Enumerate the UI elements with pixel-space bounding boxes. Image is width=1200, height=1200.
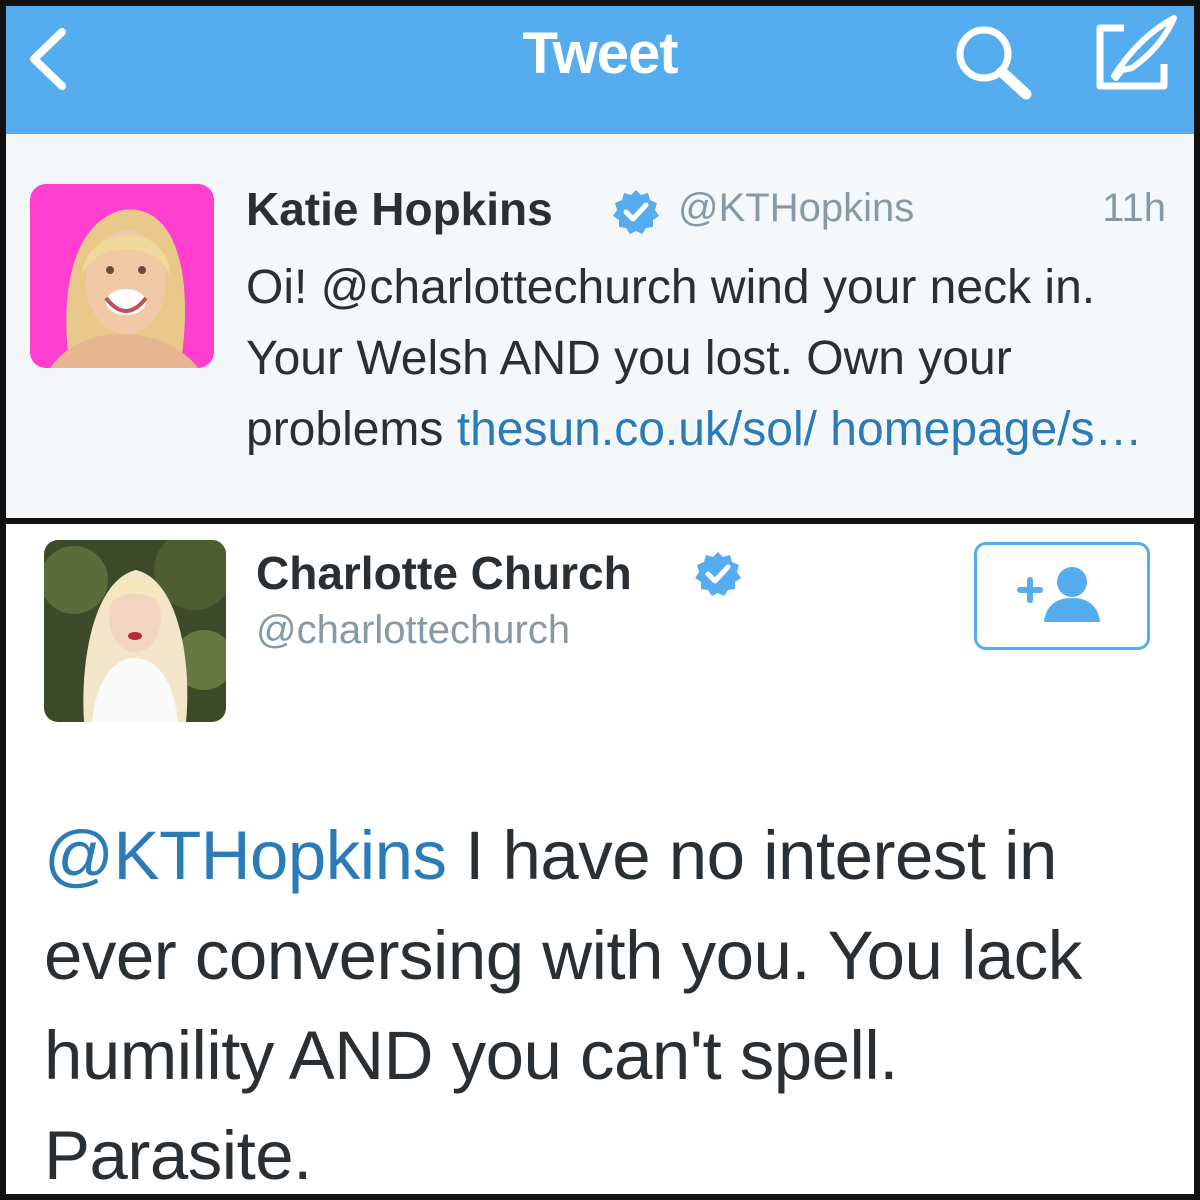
follow-button[interactable] (974, 542, 1150, 650)
author-name[interactable]: Katie Hopkins (246, 182, 553, 236)
tweet-screenshot-bottom: Charlotte Church @charlottechurch @KTHop… (6, 524, 1194, 1194)
tweet-screenshot-top: Tweet Katie Hopkins @KTHopkins 11h Oi! @… (6, 6, 1194, 518)
avatar[interactable] (44, 540, 226, 722)
tweet-link[interactable]: thesun.co.uk/sol/ homepage/s… (457, 403, 1143, 456)
avatar[interactable] (30, 184, 214, 368)
add-user-icon (1014, 562, 1110, 631)
tweet-timestamp: 11h (1102, 186, 1166, 230)
tweet-text: @KTHopkins I have no interest in ever co… (44, 806, 1174, 1194)
tweet-katie[interactable]: Katie Hopkins @KTHopkins 11h Oi! @charlo… (6, 134, 1194, 518)
search-icon[interactable] (944, 20, 1036, 100)
tweet-header: Katie Hopkins @KTHopkins 11h (246, 182, 1176, 242)
author-name[interactable]: Charlotte Church (256, 546, 632, 600)
tweet-text: Oi! @charlottechurch wind your neck in. … (246, 252, 1176, 465)
verified-badge-icon (694, 550, 742, 598)
compose-icon[interactable] (1088, 14, 1180, 100)
mention-link[interactable]: @KTHopkins (44, 817, 447, 894)
author-handle[interactable]: @KTHopkins (678, 186, 914, 231)
nav-bar: Tweet (6, 6, 1194, 134)
verified-badge-icon (612, 188, 660, 236)
author-handle[interactable]: @charlottechurch (256, 608, 570, 653)
composite-image: Tweet Katie Hopkins @KTHopkins 11h Oi! @… (6, 6, 1194, 1194)
